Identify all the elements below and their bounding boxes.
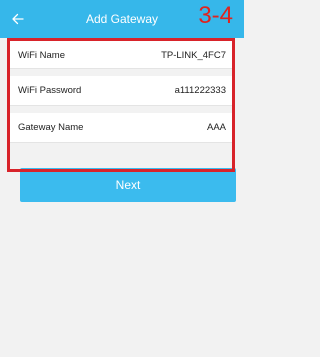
step-annotation: 3-4 bbox=[198, 2, 233, 29]
highlight-frame bbox=[7, 38, 235, 172]
next-button[interactable]: Next bbox=[20, 168, 236, 202]
